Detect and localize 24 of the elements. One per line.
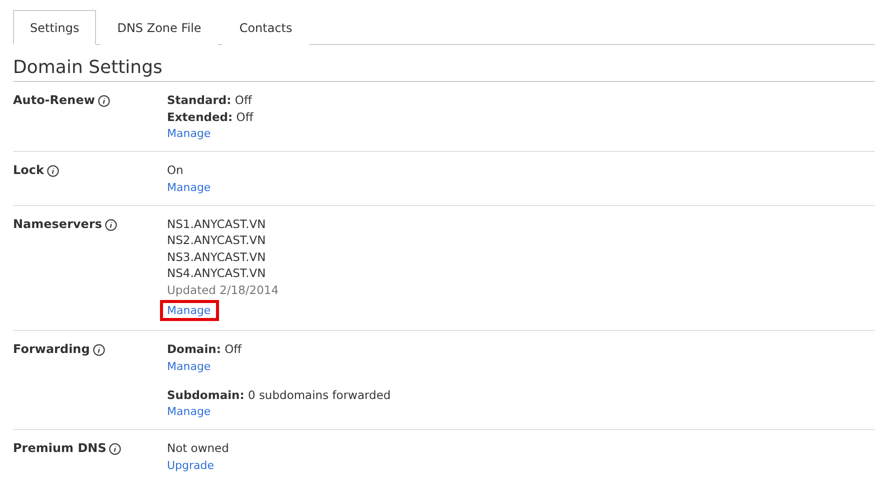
updated-note: Updated 2/18/2014: [167, 282, 279, 298]
setting-value: Subdomain: 0 subdomains forwarded: [167, 386, 391, 403]
setting-label: Nameservers: [13, 216, 102, 232]
setting-value: NS3.ANYCAST.VN: [167, 248, 267, 265]
setting-value: On: [167, 162, 184, 178]
setting-value: NS1.ANYCAST.VN: [167, 216, 267, 232]
setting-value: NS2.ANYCAST.VN: [167, 232, 267, 248]
manage-link[interactable]: Manage: [160, 300, 219, 321]
setting-value: Not owned: [167, 440, 229, 456]
manage-link[interactable]: Manage: [167, 358, 211, 374]
setting-label: Forwarding: [13, 341, 90, 358]
section-heading: Domain Settings: [13, 57, 875, 82]
manage-link[interactable]: Manage: [167, 403, 211, 420]
setting-label: Auto-Renew: [13, 92, 95, 109]
setting-label: Lock: [13, 162, 44, 179]
manage-link[interactable]: Upgrade: [167, 456, 214, 474]
setting-value: Domain: Off: [167, 341, 243, 358]
setting-value: Extended: Off: [167, 108, 254, 125]
manage-link[interactable]: Manage: [167, 178, 211, 196]
manage-link[interactable]: Manage: [167, 125, 211, 142]
tab[interactable]: Settings: [13, 10, 96, 45]
setting-value: Standard: Off: [167, 92, 254, 108]
setting-label: Premium DNS: [13, 440, 106, 457]
setting-value: NS4.ANYCAST.VN: [167, 265, 267, 282]
